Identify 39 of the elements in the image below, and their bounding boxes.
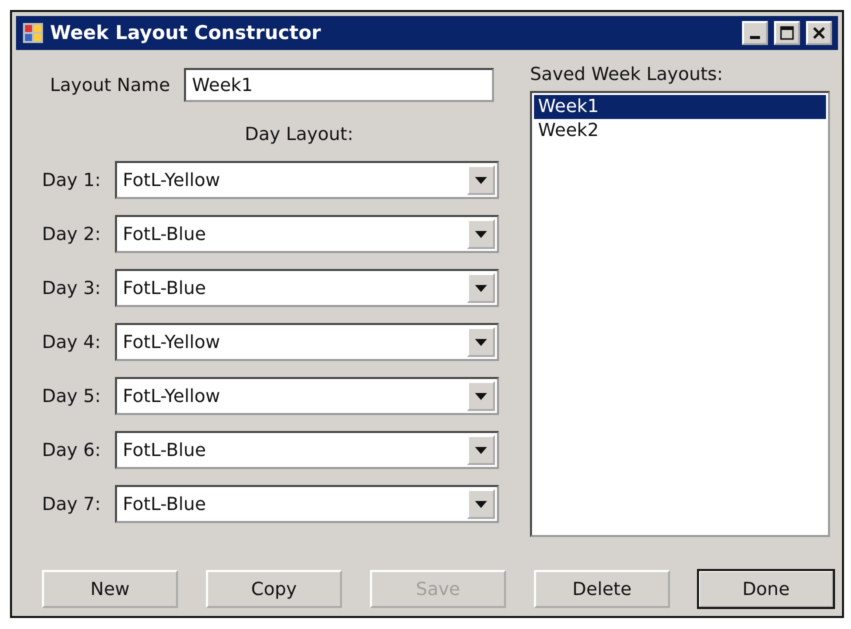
dropdown-arrow-icon <box>474 500 487 508</box>
day-label: Day 7: <box>42 494 101 514</box>
day-layout-dropdown[interactable]: FotL-Yellow <box>114 161 499 199</box>
list-item[interactable]: Week2 <box>534 119 826 143</box>
dropdown-arrow-icon <box>474 284 487 292</box>
day-layout-dropdown[interactable]: FotL-Blue <box>114 485 499 523</box>
list-item[interactable]: Week1 <box>534 95 826 119</box>
field-label: Layout Name <box>50 74 170 96</box>
day-layout-dropdown[interactable]: FotL-Yellow <box>114 323 499 361</box>
maximize-icon <box>780 26 794 40</box>
maximize-button[interactable] <box>774 21 800 45</box>
dropdown-arrow-icon <box>474 176 487 184</box>
dialog-button[interactable]: New <box>42 570 178 608</box>
dialog-button[interactable]: Copy <box>206 570 342 608</box>
dropdown-arrow-icon <box>474 230 487 238</box>
dropdown-arrow-icon <box>474 446 487 454</box>
minimize-button[interactable] <box>742 21 768 45</box>
dropdown-arrow-icon <box>474 392 487 400</box>
close-icon <box>812 26 826 40</box>
list-label: Saved Week Layouts: <box>530 64 724 85</box>
dialog-button[interactable]: Done <box>698 570 834 608</box>
day-label: Day 4: <box>42 332 101 352</box>
day-layout-dropdown[interactable]: FotL-Yellow <box>114 377 499 415</box>
day-label: Day 5: <box>42 386 101 406</box>
close-button[interactable] <box>806 21 832 45</box>
dropdown-arrow-icon <box>474 338 487 346</box>
column-heading: Day Layout: <box>244 124 354 145</box>
app-icon <box>22 22 44 44</box>
day-layout-dropdown[interactable]: FotL-Blue <box>114 431 499 469</box>
day-label: Day 3: <box>42 278 101 298</box>
window-title: Week Layout Constructor <box>50 22 322 44</box>
day-layout-dropdown[interactable]: FotL-Blue <box>114 269 499 307</box>
day-label: Day 6: <box>42 440 101 460</box>
dialog-button[interactable]: Delete <box>534 570 670 608</box>
day-label: Day 2: <box>42 224 101 244</box>
layout-name-field[interactable]: Week1 <box>184 68 494 102</box>
minimize-icon <box>750 36 760 39</box>
day-layout-dropdown[interactable]: FotL-Blue <box>114 215 499 253</box>
day-label: Day 1: <box>42 170 101 190</box>
